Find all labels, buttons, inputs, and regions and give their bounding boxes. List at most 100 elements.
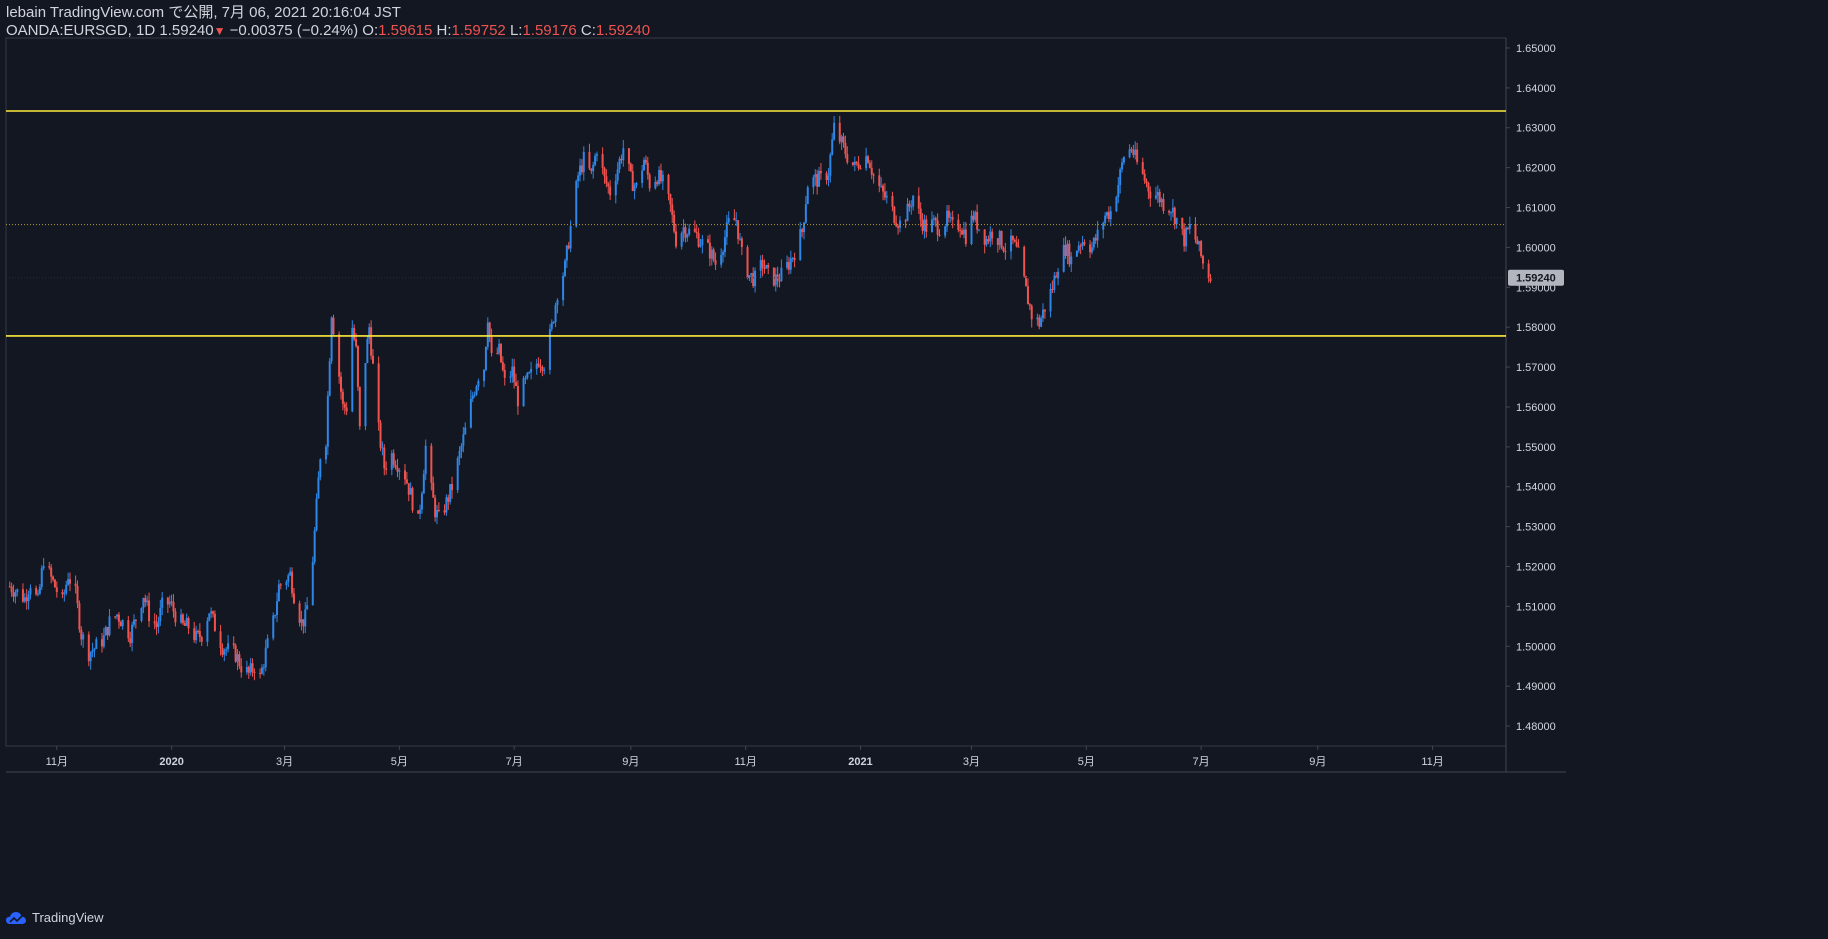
candle-body bbox=[1030, 305, 1033, 320]
candle-body bbox=[65, 584, 68, 594]
candle-body bbox=[693, 228, 696, 232]
candle-body bbox=[669, 194, 672, 205]
candle-body bbox=[501, 362, 504, 370]
candle-body bbox=[1036, 317, 1039, 320]
candle-body bbox=[1038, 317, 1041, 327]
candle-body bbox=[697, 233, 700, 247]
candle-body bbox=[522, 378, 525, 407]
candle-body bbox=[548, 328, 551, 370]
y-tick-label: 1.48000 bbox=[1516, 721, 1556, 733]
candle-body bbox=[1128, 149, 1131, 158]
candle-body bbox=[511, 366, 514, 377]
candle-body bbox=[985, 239, 988, 245]
candle-body bbox=[1185, 227, 1188, 247]
candle-body bbox=[55, 587, 58, 593]
candle-body bbox=[872, 174, 875, 176]
candle-body bbox=[701, 239, 704, 246]
price-chart[interactable]: 1.48000 1.49000 1.50000 1.51000 1.52000 1.530… bbox=[0, 0, 1828, 905]
y-tick-label: 1.57000 bbox=[1516, 362, 1556, 374]
candle-body bbox=[671, 204, 674, 215]
candle-body bbox=[893, 206, 896, 224]
y-tick-label: 1.49000 bbox=[1516, 681, 1556, 693]
candle-body bbox=[539, 366, 542, 368]
candle-body bbox=[746, 247, 749, 279]
candle-body bbox=[381, 447, 384, 449]
candle-body bbox=[1011, 235, 1014, 240]
candle-body bbox=[1107, 212, 1110, 220]
candle-body bbox=[1141, 162, 1144, 174]
brand-name: TradingView bbox=[32, 910, 104, 925]
candle-body bbox=[936, 220, 939, 235]
candle-body bbox=[962, 229, 965, 235]
candle-body bbox=[707, 239, 710, 243]
candle-body bbox=[868, 162, 871, 168]
candle-body bbox=[206, 620, 209, 642]
candle-body bbox=[227, 643, 230, 650]
candle-body bbox=[52, 576, 55, 580]
candle-body bbox=[221, 647, 224, 655]
candle-body bbox=[723, 237, 726, 253]
candle-body bbox=[838, 122, 841, 142]
candle-body bbox=[921, 219, 924, 231]
candle-body bbox=[778, 280, 781, 282]
candle-body bbox=[195, 630, 198, 641]
candle-body bbox=[563, 260, 566, 276]
candle-body bbox=[483, 369, 486, 382]
candle-body bbox=[279, 584, 282, 586]
candle-body bbox=[458, 451, 461, 459]
candle-body bbox=[358, 386, 361, 427]
candle-body bbox=[330, 317, 333, 362]
candle-body bbox=[245, 666, 248, 673]
y-tick-label: 1.56000 bbox=[1516, 402, 1556, 414]
candle-body bbox=[212, 611, 215, 614]
candle-body bbox=[180, 614, 183, 623]
candle-body bbox=[633, 185, 636, 191]
candle-body bbox=[524, 377, 527, 379]
candle-body bbox=[818, 170, 821, 187]
candle-body bbox=[127, 620, 130, 639]
candle-body bbox=[812, 177, 815, 188]
candle-body bbox=[575, 181, 578, 227]
candle-body bbox=[727, 217, 730, 223]
candle-body bbox=[170, 601, 173, 603]
candle-body bbox=[1175, 217, 1178, 225]
candle-body bbox=[528, 372, 531, 374]
x-tick-label: 7月 bbox=[1193, 756, 1210, 768]
candle-body bbox=[654, 181, 657, 189]
candle-body bbox=[908, 203, 911, 207]
candle-body bbox=[1042, 309, 1045, 319]
candle-body bbox=[618, 158, 621, 170]
candle-body bbox=[181, 614, 184, 624]
candle-body bbox=[1143, 173, 1146, 181]
candle-body bbox=[1136, 149, 1139, 163]
candle-body bbox=[882, 185, 885, 192]
candle-body bbox=[646, 162, 649, 175]
candle-body bbox=[712, 249, 715, 261]
candle-body bbox=[106, 627, 109, 636]
candle-body bbox=[582, 151, 585, 173]
candle-body bbox=[1017, 246, 1020, 248]
candle-body bbox=[370, 327, 373, 356]
candle-body bbox=[720, 254, 723, 265]
candle-body bbox=[1081, 242, 1084, 247]
candle-body bbox=[951, 217, 954, 220]
candle-body bbox=[1090, 247, 1093, 253]
candle-body bbox=[972, 215, 975, 220]
candle-body bbox=[579, 165, 582, 176]
candle-body bbox=[108, 616, 111, 636]
candle-body bbox=[304, 609, 307, 627]
candle-body bbox=[1119, 169, 1122, 186]
tradingview-brand[interactable]: TradingView bbox=[6, 910, 104, 925]
candle-body bbox=[240, 666, 243, 673]
candle-body bbox=[883, 191, 886, 198]
candle-body bbox=[315, 498, 318, 531]
y-tick-label: 1.63000 bbox=[1516, 123, 1556, 135]
candle-body bbox=[1068, 243, 1071, 265]
candle-body bbox=[588, 151, 591, 169]
candle-body bbox=[814, 174, 817, 178]
candle-body bbox=[840, 136, 843, 142]
candle-body bbox=[580, 165, 583, 173]
candle-body bbox=[515, 382, 518, 386]
candle-body bbox=[272, 615, 275, 639]
candle-body bbox=[40, 568, 43, 587]
